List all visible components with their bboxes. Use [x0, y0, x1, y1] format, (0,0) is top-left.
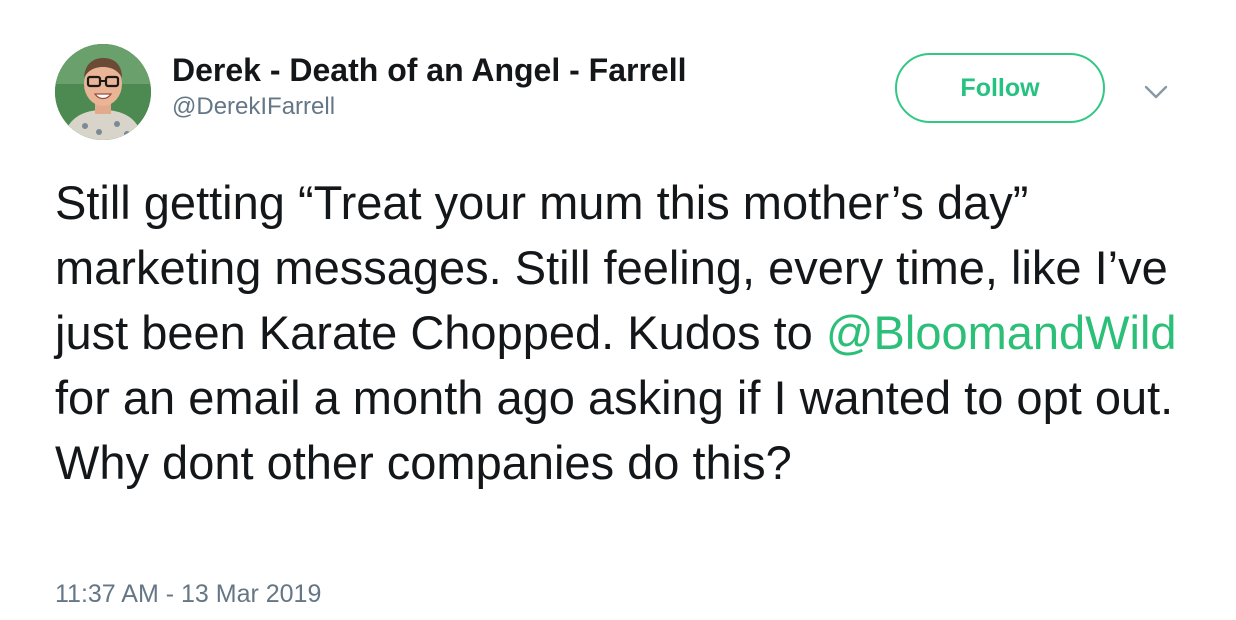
tweet-text-part: for an email a month ago asking if I wan… [55, 371, 1174, 489]
mention-link[interactable]: @BloomandWild [826, 306, 1177, 359]
timestamp[interactable]: 11:37 AM - 13 Mar 2019 [55, 578, 321, 610]
follow-button[interactable]: Follow [895, 53, 1105, 123]
avatar-image [55, 44, 151, 140]
tweet-text: Still getting “Treat your mum this mothe… [55, 170, 1195, 495]
display-name[interactable]: Derek - Death of an Angel - Farrell [172, 50, 686, 90]
avatar[interactable] [55, 44, 151, 140]
user-handle[interactable]: @DerekIFarrell [172, 92, 686, 122]
tweet-card: Derek - Death of an Angel - Farrell @Der… [0, 0, 1236, 620]
chevron-down-icon[interactable] [1140, 80, 1172, 104]
user-names: Derek - Death of an Angel - Farrell @Der… [172, 50, 686, 122]
